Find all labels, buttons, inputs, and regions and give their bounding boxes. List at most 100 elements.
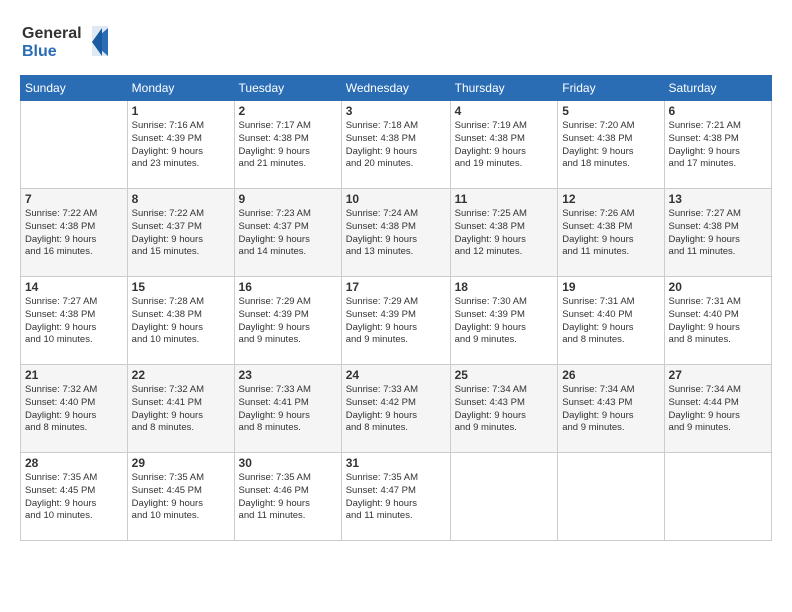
calendar-day-cell (558, 453, 664, 541)
day-info: Sunrise: 7:28 AMSunset: 4:38 PMDaylight:… (132, 296, 230, 347)
calendar-day-cell: 24 Sunrise: 7:33 AMSunset: 4:42 PMDayligh… (341, 365, 450, 453)
header-day: Wednesday (341, 76, 450, 101)
day-number: 28 (25, 456, 123, 470)
header-day: Tuesday (234, 76, 341, 101)
day-info: Sunrise: 7:17 AMSunset: 4:38 PMDaylight:… (239, 120, 337, 171)
day-info: Sunrise: 7:35 AMSunset: 4:45 PMDaylight:… (25, 472, 123, 523)
day-number: 18 (455, 280, 554, 294)
calendar-day-cell (664, 453, 771, 541)
calendar-day-cell: 5 Sunrise: 7:20 AMSunset: 4:38 PMDaylight… (558, 101, 664, 189)
calendar-day-cell: 6Sunrise: 7:21 AMSunset: 4:38 PMDaylight… (664, 101, 771, 189)
day-number: 15 (132, 280, 230, 294)
calendar-day-cell: 9 Sunrise: 7:23 AMSunset: 4:37 PMDaylight… (234, 189, 341, 277)
day-info: Sunrise: 7:24 AMSunset: 4:38 PMDaylight:… (346, 208, 446, 259)
day-info: Sunrise: 7:33 AMSunset: 4:42 PMDaylight:… (346, 384, 446, 435)
calendar-week-row: 1 Sunrise: 7:16 AMSunset: 4:39 PMDaylight… (21, 101, 772, 189)
day-number: 5 (562, 104, 659, 118)
calendar-day-cell: 10Sunrise: 7:24 AMSunset: 4:38 PMDayligh… (341, 189, 450, 277)
day-info: Sunrise: 7:31 AMSunset: 4:40 PMDaylight:… (669, 296, 767, 347)
day-number: 31 (346, 456, 446, 470)
day-info: Sunrise: 7:29 AMSunset: 4:39 PMDaylight:… (239, 296, 337, 347)
day-number: 16 (239, 280, 337, 294)
day-number: 7 (25, 192, 123, 206)
day-info: Sunrise: 7:34 AMSunset: 4:43 PMDaylight:… (562, 384, 659, 435)
svg-text:Blue: Blue (22, 43, 57, 60)
day-info: Sunrise: 7:27 AMSunset: 4:38 PMDaylight:… (25, 296, 123, 347)
logo: General Blue (20, 18, 110, 67)
day-number: 14 (25, 280, 123, 294)
day-number: 6 (669, 104, 767, 118)
calendar-day-cell: 13 Sunrise: 7:27 AMSunset: 4:38 PMDayligh… (664, 189, 771, 277)
day-number: 24 (346, 368, 446, 382)
calendar-day-cell: 20 Sunrise: 7:31 AMSunset: 4:40 PMDayligh… (664, 277, 771, 365)
calendar-day-cell: 31Sunrise: 7:35 AMSunset: 4:47 PMDayligh… (341, 453, 450, 541)
day-number: 30 (239, 456, 337, 470)
calendar-day-cell (21, 101, 128, 189)
day-info: Sunrise: 7:20 AMSunset: 4:38 PMDaylight:… (562, 120, 659, 171)
day-info: Sunrise: 7:29 AMSunset: 4:39 PMDaylight:… (346, 296, 446, 347)
day-number: 25 (455, 368, 554, 382)
day-number: 26 (562, 368, 659, 382)
day-info: Sunrise: 7:25 AMSunset: 4:38 PMDaylight:… (455, 208, 554, 259)
calendar-table: SundayMondayTuesdayWednesdayThursdayFrid… (20, 75, 772, 541)
calendar-day-cell: 22Sunrise: 7:32 AMSunset: 4:41 PMDayligh… (127, 365, 234, 453)
calendar-day-cell: 18 Sunrise: 7:30 AMSunset: 4:39 PMDayligh… (450, 277, 558, 365)
calendar-day-cell: 30 Sunrise: 7:35 AMSunset: 4:46 PMDayligh… (234, 453, 341, 541)
logo-svg: General Blue (20, 18, 110, 62)
calendar-day-cell: 8Sunrise: 7:22 AMSunset: 4:37 PMDaylight… (127, 189, 234, 277)
calendar-week-row: 7 Sunrise: 7:22 AMSunset: 4:38 PMDaylight… (21, 189, 772, 277)
header-day: Friday (558, 76, 664, 101)
header-day: Saturday (664, 76, 771, 101)
logo-block: General Blue (20, 18, 110, 67)
calendar-day-cell: 15 Sunrise: 7:28 AMSunset: 4:38 PMDayligh… (127, 277, 234, 365)
calendar-day-cell: 21Sunrise: 7:32 AMSunset: 4:40 PMDayligh… (21, 365, 128, 453)
day-number: 19 (562, 280, 659, 294)
calendar-day-cell (450, 453, 558, 541)
calendar-day-cell: 4Sunrise: 7:19 AMSunset: 4:38 PMDaylight… (450, 101, 558, 189)
calendar-day-cell: 14 Sunrise: 7:27 AMSunset: 4:38 PMDayligh… (21, 277, 128, 365)
calendar-header: SundayMondayTuesdayWednesdayThursdayFrid… (21, 76, 772, 101)
calendar-day-cell: 12 Sunrise: 7:26 AMSunset: 4:38 PMDayligh… (558, 189, 664, 277)
day-number: 2 (239, 104, 337, 118)
calendar-week-row: 21Sunrise: 7:32 AMSunset: 4:40 PMDayligh… (21, 365, 772, 453)
day-info: Sunrise: 7:23 AMSunset: 4:37 PMDaylight:… (239, 208, 337, 259)
header-day: Thursday (450, 76, 558, 101)
header: General Blue (20, 18, 772, 67)
header-day: Sunday (21, 76, 128, 101)
day-info: Sunrise: 7:22 AMSunset: 4:38 PMDaylight:… (25, 208, 123, 259)
calendar-day-cell: 7 Sunrise: 7:22 AMSunset: 4:38 PMDaylight… (21, 189, 128, 277)
day-number: 23 (239, 368, 337, 382)
day-info: Sunrise: 7:35 AMSunset: 4:46 PMDaylight:… (239, 472, 337, 523)
calendar-day-cell: 11 Sunrise: 7:25 AMSunset: 4:38 PMDayligh… (450, 189, 558, 277)
day-info: Sunrise: 7:34 AMSunset: 4:44 PMDaylight:… (669, 384, 767, 435)
day-number: 9 (239, 192, 337, 206)
calendar-day-cell: 28 Sunrise: 7:35 AMSunset: 4:45 PMDayligh… (21, 453, 128, 541)
day-info: Sunrise: 7:27 AMSunset: 4:38 PMDaylight:… (669, 208, 767, 259)
day-number: 11 (455, 192, 554, 206)
day-info: Sunrise: 7:32 AMSunset: 4:41 PMDaylight:… (132, 384, 230, 435)
day-number: 29 (132, 456, 230, 470)
calendar-day-cell: 2 Sunrise: 7:17 AMSunset: 4:38 PMDaylight… (234, 101, 341, 189)
day-number: 20 (669, 280, 767, 294)
day-number: 27 (669, 368, 767, 382)
calendar-day-cell: 25 Sunrise: 7:34 AMSunset: 4:43 PMDayligh… (450, 365, 558, 453)
day-info: Sunrise: 7:32 AMSunset: 4:40 PMDaylight:… (25, 384, 123, 435)
calendar-day-cell: 16 Sunrise: 7:29 AMSunset: 4:39 PMDayligh… (234, 277, 341, 365)
calendar-day-cell: 29Sunrise: 7:35 AMSunset: 4:45 PMDayligh… (127, 453, 234, 541)
day-info: Sunrise: 7:34 AMSunset: 4:43 PMDaylight:… (455, 384, 554, 435)
day-info: Sunrise: 7:16 AMSunset: 4:39 PMDaylight:… (132, 120, 230, 171)
calendar-day-cell: 1 Sunrise: 7:16 AMSunset: 4:39 PMDaylight… (127, 101, 234, 189)
page: General Blue SundayMondayTuesdayWednesda… (0, 0, 792, 612)
day-number: 3 (346, 104, 446, 118)
svg-text:General: General (22, 25, 82, 42)
day-number: 12 (562, 192, 659, 206)
day-info: Sunrise: 7:30 AMSunset: 4:39 PMDaylight:… (455, 296, 554, 347)
calendar-week-row: 28 Sunrise: 7:35 AMSunset: 4:45 PMDayligh… (21, 453, 772, 541)
day-number: 13 (669, 192, 767, 206)
day-info: Sunrise: 7:26 AMSunset: 4:38 PMDaylight:… (562, 208, 659, 259)
day-info: Sunrise: 7:19 AMSunset: 4:38 PMDaylight:… (455, 120, 554, 171)
calendar-day-cell: 23Sunrise: 7:33 AMSunset: 4:41 PMDayligh… (234, 365, 341, 453)
day-number: 8 (132, 192, 230, 206)
day-number: 1 (132, 104, 230, 118)
header-day: Monday (127, 76, 234, 101)
